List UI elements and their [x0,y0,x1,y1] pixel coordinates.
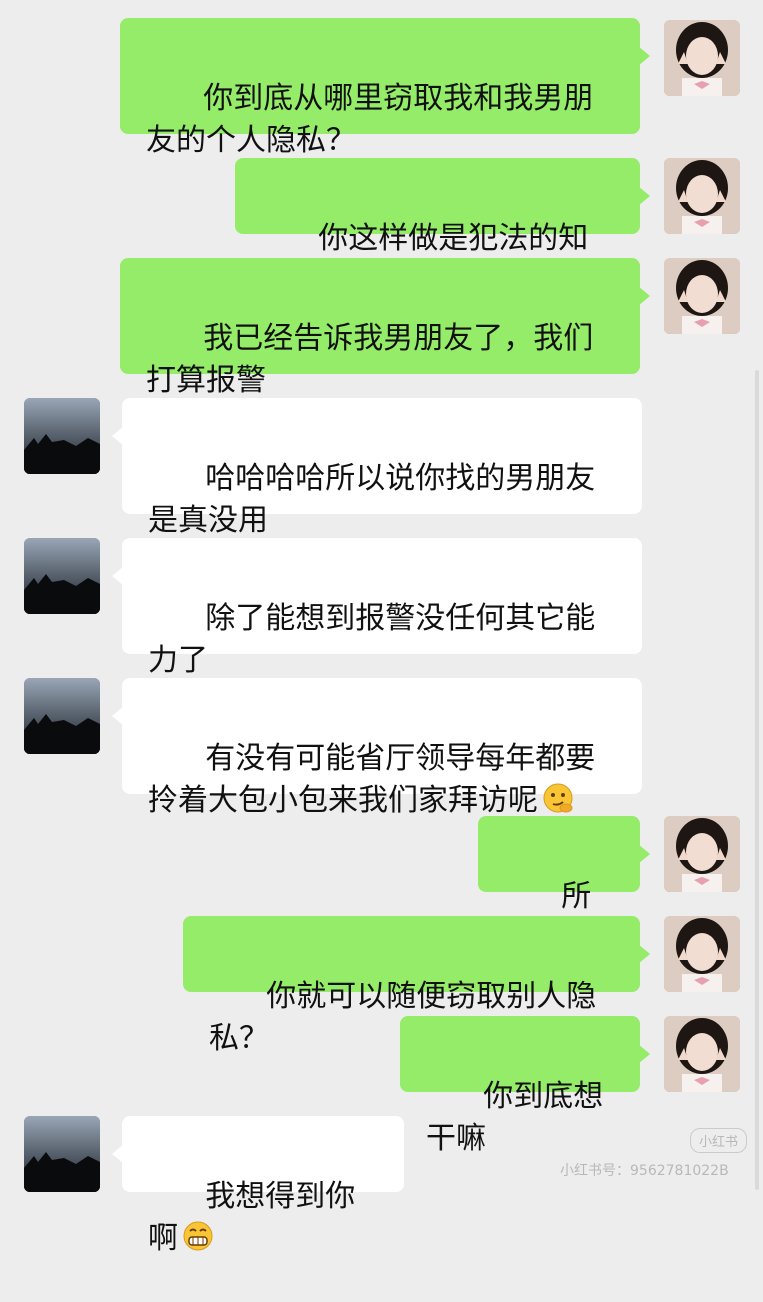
watermark-brand: 小红书 [690,1128,748,1153]
dusk-landscape-icon [24,538,100,614]
my-avatar[interactable] [664,258,740,334]
message-bubble-sent[interactable]: 你到底想干嘛 [400,1016,650,1156]
thinking-emoji-icon [543,783,573,813]
contact-avatar[interactable] [24,398,100,474]
watermark-id: 小红书号：9562781022B [560,1163,729,1179]
message-text: 除了能想到报警没任何其它能力了 [148,601,596,678]
message-text: 我已经告诉我男朋友了，我们打算报警 [146,321,594,398]
girl-photo-icon [664,158,740,234]
my-avatar[interactable] [664,20,740,96]
grin-emoji-icon [183,1221,213,1251]
girl-photo-icon [664,916,740,992]
contact-avatar[interactable] [24,1116,100,1192]
message-text: 有没有可能省厅领导每年都要拎着大包小包来我们家拜访呢 [148,741,596,818]
message-bubble-received[interactable]: 哈哈哈哈所以说你找的男朋友是真没用 [112,398,642,538]
my-avatar[interactable] [664,816,740,892]
dusk-landscape-icon [24,398,100,474]
my-avatar[interactable] [664,158,740,234]
girl-photo-icon [664,816,740,892]
girl-photo-icon [664,1016,740,1092]
message-bubble-sent[interactable]: 你就可以随便窃取别人隐私？ [183,916,650,1056]
contact-avatar[interactable] [24,678,100,754]
dusk-landscape-icon [24,678,100,754]
message-bubble-received[interactable]: 有没有可能省厅领导每年都要拎着大包小包来我们家拜访呢 [112,678,642,818]
message-bubble-received[interactable]: 除了能想到报警没任何其它能力了 666 [112,538,642,759]
message-bubble-sent[interactable]: 你这样做是犯法的知道吗 [235,158,650,298]
message-text: 你到底从哪里窃取我和我男朋友的个人隐私？ [146,81,594,158]
my-avatar[interactable] [664,1016,740,1092]
dusk-landscape-icon [24,1116,100,1192]
message-text: 哈哈哈哈所以说你找的男朋友是真没用 [148,461,596,538]
girl-photo-icon [664,20,740,96]
message-text: 你到底想干嘛 [426,1079,604,1156]
message-bubble-sent[interactable]: 所以呢？ [478,816,650,956]
scrollbar[interactable] [755,370,759,1190]
message-bubble-sent[interactable]: 你到底从哪里窃取我和我男朋友的个人隐私？ [120,18,650,158]
my-avatar[interactable] [664,916,740,992]
contact-avatar[interactable] [24,538,100,614]
girl-photo-icon [664,258,740,334]
chat-conversation[interactable]: 你到底从哪里窃取我和我男朋友的个人隐私？ 你这样做是犯法的知道吗 [0,0,763,1256]
message-bubble-received[interactable]: 我想得到你啊 [112,1116,404,1256]
message-bubble-sent[interactable]: 我已经告诉我男朋友了，我们打算报警 [120,258,650,398]
